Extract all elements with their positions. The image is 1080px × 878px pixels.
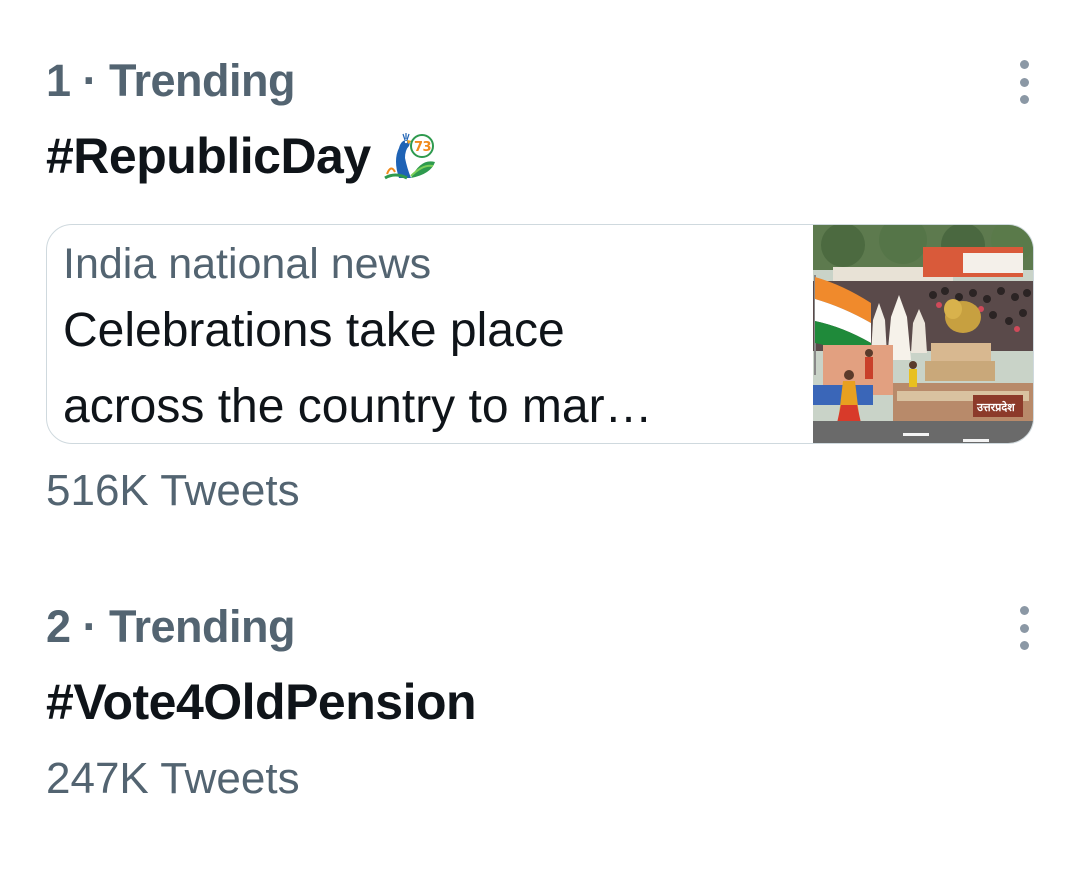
tweet-count: 247K Tweets — [46, 754, 300, 803]
tweet-count: 516K Tweets — [46, 466, 300, 515]
trend-hashtag-text: #RepublicDay — [46, 128, 371, 184]
trend-item-republicday[interactable]: 1 · Trending #RepublicDay 73 India natio… — [46, 52, 1036, 515]
trend-rank-label: 2 · Trending — [46, 601, 296, 652]
trend-item-vote4oldpension[interactable]: 2 · Trending #Vote4OldPension 247K Tweet… — [46, 598, 1034, 806]
trend-more-options-icon[interactable] — [1012, 60, 1036, 104]
trend-hashtag-text: #Vote4OldPension — [46, 674, 477, 730]
svg-text:73: 73 — [414, 140, 432, 155]
news-source: India national news — [63, 240, 432, 288]
trend-hashtag: #RepublicDay 73 — [46, 126, 1034, 186]
peacock-73-emoji-icon: 73 — [383, 133, 435, 180]
trend-rank-label: 1 · Trending — [46, 55, 296, 106]
float-caption: उत्तरप्रदेश — [976, 400, 1015, 414]
news-headline-line-2: across the country to mar… — [63, 380, 653, 433]
news-headline: Celebrations take place across the count… — [63, 293, 783, 443]
news-thumbnail-image: उत्तरप्रदेश — [813, 225, 1033, 443]
trend-hashtag: #Vote4OldPension — [46, 672, 1034, 732]
news-headline-line-1: Celebrations take place — [63, 304, 565, 357]
trend-more-options-icon[interactable] — [1012, 606, 1036, 650]
news-card[interactable]: India national news Celebrations take pl… — [46, 224, 1034, 444]
news-card-text: India national news Celebrations take pl… — [63, 237, 803, 443]
